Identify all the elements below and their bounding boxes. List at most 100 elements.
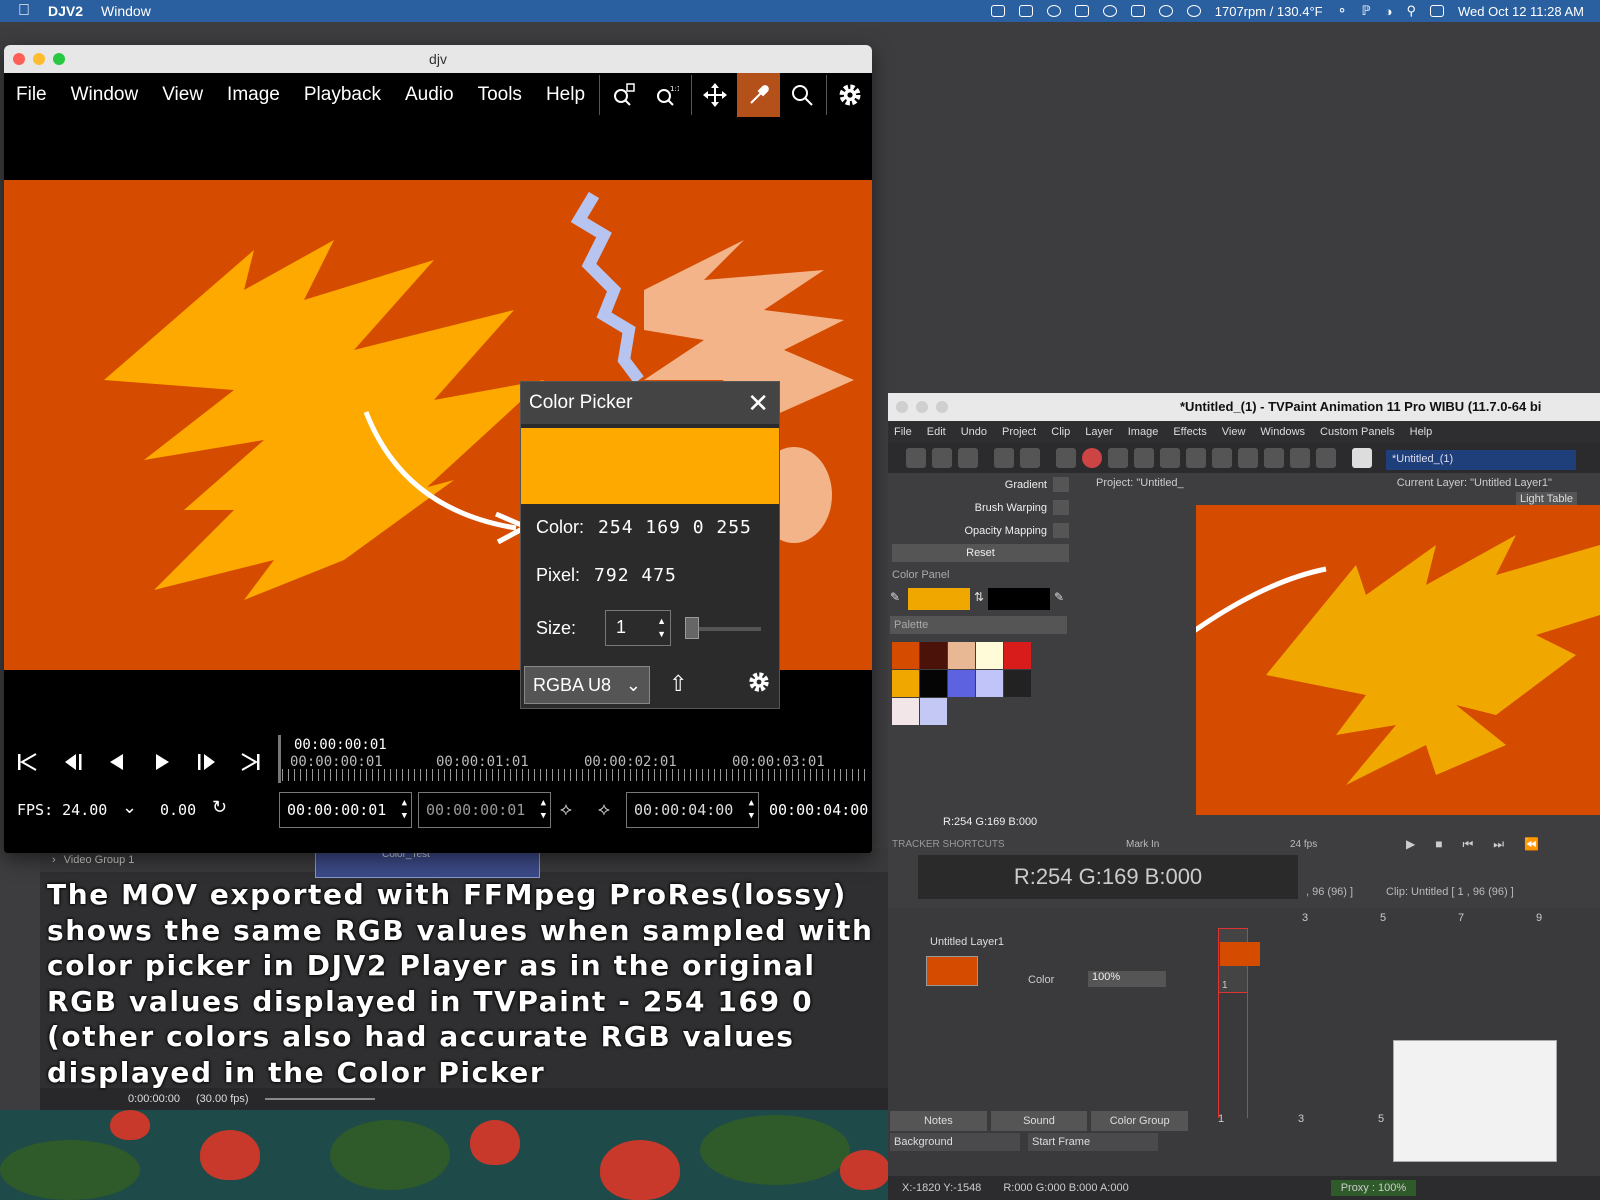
status-icon[interactable] — [1130, 5, 1145, 17]
layer-thumbnail[interactable] — [926, 956, 978, 986]
menu-file[interactable]: File — [4, 84, 59, 106]
save-icon[interactable] — [958, 448, 978, 468]
frame-field[interactable]: 00:00:00:01 ▲ ▼ — [418, 792, 551, 828]
step-back-icon[interactable] — [58, 749, 88, 775]
size-slider-handle[interactable] — [685, 617, 699, 639]
set-out-point-icon[interactable]: ⟡ — [598, 799, 610, 820]
fan-stats[interactable]: 1707rpm / 130.4°F — [1215, 4, 1323, 19]
menu-undo[interactable]: Undo — [961, 426, 987, 438]
tab-color-group[interactable]: Color Group — [1091, 1111, 1189, 1131]
brush-warping-checkbox[interactable] — [1053, 500, 1069, 515]
swap-colors-icon[interactable]: ⇅ — [974, 590, 984, 604]
open-folder-icon[interactable] — [932, 448, 952, 468]
graph-icon[interactable] — [1290, 448, 1310, 468]
primary-color-swatch[interactable] — [908, 588, 970, 610]
plane-icon[interactable] — [1316, 448, 1336, 468]
palette-swatch[interactable] — [892, 698, 919, 725]
out-point-field[interactable]: 00:00:04:00 ▲ ▼ — [626, 792, 759, 828]
brush-icon[interactable] — [1108, 448, 1128, 468]
film-icon[interactable] — [1186, 448, 1206, 468]
menu-view[interactable]: View — [1222, 426, 1246, 438]
status-icon[interactable] — [1102, 5, 1117, 17]
tab-sound[interactable]: Sound — [990, 1111, 1088, 1131]
in-point-stepper-icon[interactable]: ▲ ▼ — [402, 797, 407, 823]
palette-swatch[interactable] — [976, 670, 1003, 697]
help-icon[interactable] — [1352, 448, 1372, 468]
color-picker-icon[interactable] — [737, 73, 781, 117]
window-menu[interactable]: Window — [101, 3, 151, 19]
menu-layer[interactable]: Layer — [1085, 426, 1113, 438]
headphones-icon[interactable]: ⚬ — [1337, 3, 1348, 19]
menu-windows[interactable]: Windows — [1260, 426, 1305, 438]
zoom-button[interactable] — [53, 53, 65, 65]
frame-stepper-icon[interactable]: ▲ ▼ — [541, 797, 546, 823]
menu-help[interactable]: Help — [534, 84, 597, 106]
palette-swatch[interactable] — [892, 670, 919, 697]
menu-effects[interactable]: Effects — [1173, 426, 1206, 438]
app-menu[interactable]: DJV2 — [48, 3, 83, 19]
layer-name[interactable]: Untitled Layer1 — [930, 936, 1004, 948]
undo-icon[interactable] — [994, 448, 1014, 468]
opacity-field[interactable]: 100% — [1088, 971, 1166, 987]
menu-edit[interactable]: Edit — [927, 426, 946, 438]
reset-button[interactable]: Reset — [892, 544, 1069, 562]
step-forward-icon[interactable] — [192, 749, 222, 775]
gradient-checkbox[interactable] — [1053, 477, 1069, 492]
project-selector[interactable]: *Untitled_(1) — [1386, 450, 1576, 470]
minimize-button[interactable] — [33, 53, 45, 65]
status-icon[interactable] — [990, 5, 1005, 17]
search-icon[interactable] — [1212, 448, 1232, 468]
mark-in-button[interactable]: Mark In — [1126, 839, 1159, 850]
size-stepper-icon[interactable]: ▲ ▼ — [657, 615, 666, 641]
menu-playback[interactable]: Playback — [292, 84, 393, 106]
color-wheel-icon[interactable] — [1082, 448, 1102, 468]
close-button[interactable] — [13, 53, 25, 65]
playback-controls[interactable]: ▶■⏮⏭⏪ — [1406, 837, 1559, 852]
apple-icon[interactable]:  — [18, 2, 30, 20]
light-icon[interactable] — [1160, 448, 1180, 468]
timeline[interactable]: 00:00:00:01 00:00:00:01 00:00:01:01 00:0… — [278, 735, 872, 785]
start-frame-selector[interactable]: Start Frame — [1028, 1133, 1158, 1151]
palette-swatch[interactable] — [948, 642, 975, 669]
tree-icon[interactable] — [1238, 448, 1258, 468]
play-icon[interactable] — [147, 749, 177, 775]
loop-icon[interactable]: ↻ — [212, 797, 227, 818]
status-icon[interactable] — [1018, 5, 1033, 17]
palette-swatch[interactable] — [1004, 670, 1031, 697]
zoom-fit-icon[interactable] — [602, 73, 645, 117]
menu-tools[interactable]: Tools — [466, 84, 534, 106]
fps-dropdown-chevron-icon[interactable]: ⌄ — [122, 797, 137, 818]
pan-move-icon[interactable] — [694, 73, 737, 117]
palette-swatch[interactable] — [948, 670, 975, 697]
palette-swatch[interactable] — [920, 642, 947, 669]
layers-icon[interactable] — [1134, 448, 1154, 468]
menu-audio[interactable]: Audio — [393, 84, 466, 106]
menu-file[interactable]: File — [894, 426, 912, 438]
status-icon[interactable] — [1074, 5, 1089, 17]
zoom-one-to-one-icon[interactable]: 1:1 — [645, 73, 688, 117]
palette-swatch[interactable] — [892, 642, 919, 669]
new-file-icon[interactable] — [906, 448, 926, 468]
menu-view[interactable]: View — [150, 84, 215, 106]
search-icon[interactable]: ⚲ — [1406, 3, 1416, 19]
share-export-icon[interactable]: ⇧ — [669, 671, 687, 697]
background-selector[interactable]: Background — [890, 1133, 1020, 1151]
close-button[interactable] — [896, 401, 908, 413]
go-to-end-icon[interactable] — [236, 749, 266, 775]
playhead[interactable] — [278, 735, 281, 783]
menu-image[interactable]: Image — [1128, 426, 1159, 438]
light-table-label[interactable]: Light Table — [1516, 492, 1578, 506]
magnify-icon[interactable] — [780, 73, 823, 117]
in-point-field[interactable]: 00:00:00:01 ▲ ▼ — [279, 792, 412, 828]
zoom-slider[interactable] — [264, 1098, 375, 1100]
play-reverse-icon[interactable] — [102, 749, 132, 775]
menu-window[interactable]: Window — [59, 84, 151, 106]
secondary-color-swatch[interactable] — [988, 588, 1050, 610]
status-icon[interactable] — [1046, 5, 1061, 17]
menu-custom-panels[interactable]: Custom Panels — [1320, 426, 1395, 438]
frame-thumbnail[interactable] — [1220, 942, 1260, 966]
size-field[interactable]: 1 ▲ ▼ — [605, 610, 671, 646]
redo-icon[interactable] — [1020, 448, 1040, 468]
datetime[interactable]: Wed Oct 12 11:28 AM — [1458, 4, 1584, 19]
go-to-start-icon[interactable] — [12, 749, 42, 775]
